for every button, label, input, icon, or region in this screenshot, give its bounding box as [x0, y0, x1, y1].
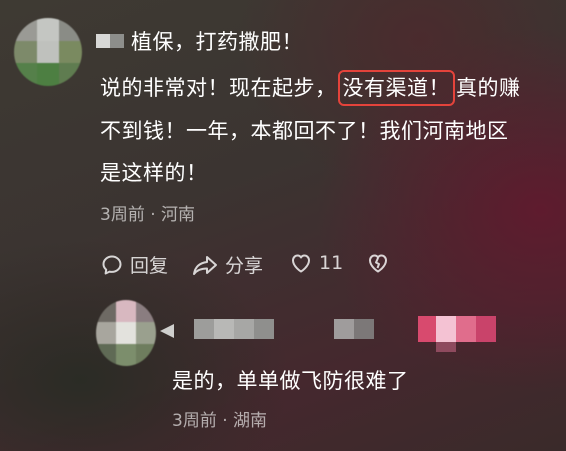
share-arrow-icon: [191, 253, 219, 277]
reply-meta: 3周前 · 湖南: [172, 411, 268, 431]
heart-icon: [289, 251, 313, 275]
comment-body-line-3: 是这样的！: [100, 161, 208, 185]
replier-username[interactable]: [160, 316, 500, 352]
reply-label: 回复: [130, 255, 169, 277]
like-button[interactable]: 11: [289, 251, 343, 275]
like-count: 11: [319, 252, 344, 274]
comment-body-line-2: 不到钱！一年，本都回不了！我们河南地区: [100, 119, 509, 143]
comment-meta: 3周前 · 河南: [100, 205, 196, 225]
commenter-username[interactable]: [96, 30, 130, 52]
reply-text: 是的，单单做飞防很难了: [172, 369, 409, 393]
share-label: 分享: [225, 255, 264, 277]
dislike-button[interactable]: [366, 251, 390, 275]
share-button[interactable]: 分享: [191, 251, 263, 278]
comment-body-text: 说的非常对！现在起步，: [100, 76, 337, 100]
reply-button[interactable]: 回复: [100, 251, 168, 278]
speech-bubble-icon: [100, 253, 124, 277]
replier-avatar[interactable]: [96, 300, 156, 366]
comment-body-line-1: 说的非常对！现在起步， 没有渠道！ 真的赚: [100, 69, 521, 107]
comment-first-line: 植保，打药撒肥！: [131, 30, 303, 54]
commenter-avatar[interactable]: [14, 18, 82, 86]
highlighted-phrase: 没有渠道！: [337, 70, 455, 106]
broken-heart-icon: [366, 251, 390, 275]
comment-body-text-continued: 真的赚: [456, 76, 521, 100]
